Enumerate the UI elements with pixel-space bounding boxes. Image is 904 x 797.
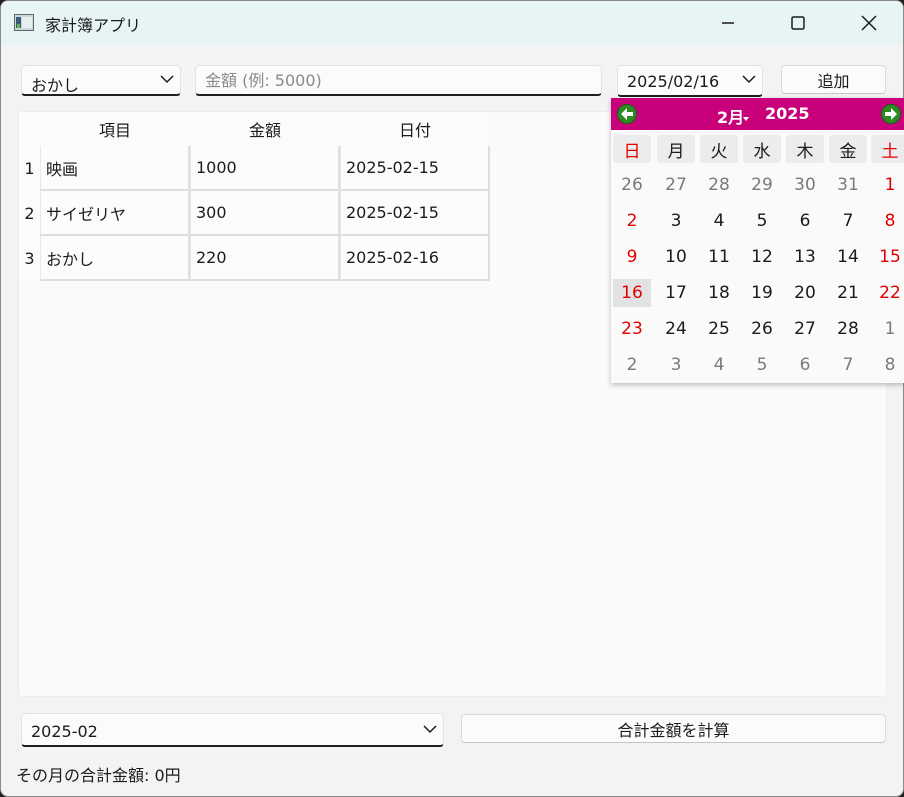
calendar-day[interactable]: 30 <box>786 171 824 199</box>
calendar-day[interactable]: 13 <box>786 243 824 271</box>
calendar-day[interactable]: 29 <box>743 171 781 199</box>
row-header[interactable]: 1 <box>19 146 40 191</box>
calendar-day[interactable]: 10 <box>657 243 695 271</box>
calendar-day[interactable]: 28 <box>700 171 738 199</box>
calendar-day[interactable]: 9 <box>613 243 651 271</box>
calendar-day[interactable]: 27 <box>786 315 824 343</box>
calendar-day[interactable]: 8 <box>871 351 904 379</box>
table-cell[interactable]: 2025-02-15 <box>340 191 490 236</box>
add-button[interactable]: 追加 <box>781 65 886 94</box>
maximize-icon <box>791 16 805 30</box>
calendar-day[interactable]: 27 <box>657 171 695 199</box>
calculate-total-button[interactable]: 合計金額を計算 <box>461 714 886 743</box>
row-header[interactable]: 2 <box>19 191 40 236</box>
table-cell[interactable]: サイゼリヤ <box>40 191 190 236</box>
caret-down-icon <box>743 117 749 121</box>
column-header-item[interactable]: 項目 <box>40 112 190 146</box>
calendar-day[interactable]: 7 <box>829 351 867 379</box>
minimize-button[interactable] <box>705 1 751 45</box>
amount-input[interactable] <box>195 65 602 96</box>
maximize-button[interactable] <box>775 1 821 45</box>
calendar-day[interactable]: 6 <box>786 351 824 379</box>
calendar-day[interactable]: 5 <box>743 207 781 235</box>
calendar-day[interactable]: 25 <box>700 315 738 343</box>
table-cell[interactable]: 2025-02-15 <box>340 146 490 191</box>
calendar-day[interactable]: 31 <box>829 171 867 199</box>
table-cell[interactable]: 1000 <box>190 146 340 191</box>
calendar-day[interactable]: 14 <box>829 243 867 271</box>
table-cell[interactable]: 映画 <box>40 146 190 191</box>
date-picker-value: 2025/02/16 <box>627 72 720 91</box>
date-picker[interactable]: 2025/02/16 <box>617 65 763 97</box>
calendar-weekday: 水 <box>743 135 781 163</box>
calendar-day[interactable]: 2 <box>613 207 651 235</box>
calendar-weekday: 日 <box>613 135 651 163</box>
month-select[interactable]: 2025-02 <box>21 713 444 747</box>
calendar-day[interactable]: 21 <box>829 279 867 307</box>
calendar-day[interactable]: 12 <box>743 243 781 271</box>
calendar-header: 2月 2025 <box>611 98 904 130</box>
table-cell[interactable]: 2025-02-16 <box>340 236 490 281</box>
table-cell[interactable]: 220 <box>190 236 340 281</box>
column-header-amount[interactable]: 金額 <box>190 112 340 146</box>
calendar-day[interactable]: 15 <box>871 243 904 271</box>
calendar-day[interactable]: 3 <box>657 351 695 379</box>
calendar-day[interactable]: 5 <box>743 351 781 379</box>
calendar-popup: 2月 2025 日月火水木金土 26 27 28 29 30 31 1 2 3 4 5 6 7 8 9 10 1… <box>611 98 904 383</box>
column-header-date[interactable]: 日付 <box>340 112 490 146</box>
calendar-day[interactable]: 3 <box>657 207 695 235</box>
chevron-down-icon <box>423 725 437 734</box>
calendar-weekday: 木 <box>786 135 824 163</box>
calendar-weekday: 金 <box>829 135 867 163</box>
close-button[interactable] <box>846 1 892 45</box>
app-icon <box>14 14 34 31</box>
calendar-day[interactable]: 7 <box>829 207 867 235</box>
month-select-value: 2025-02 <box>31 722 98 741</box>
calendar-day[interactable]: 24 <box>657 315 695 343</box>
calendar-day[interactable]: 8 <box>871 207 904 235</box>
calendar-day[interactable]: 4 <box>700 207 738 235</box>
calendar-weekday: 月 <box>657 135 695 163</box>
calendar-day[interactable]: 4 <box>700 351 738 379</box>
calendar-day[interactable]: 28 <box>829 315 867 343</box>
title-bar: 家計簿アプリ <box>1 1 903 45</box>
calendar-day[interactable]: 11 <box>700 243 738 271</box>
category-select-value: おかし <box>31 76 80 95</box>
calendar-year-label[interactable]: 2025 <box>765 104 810 123</box>
row-header[interactable]: 3 <box>19 236 40 281</box>
calendar-month-label[interactable]: 2月 <box>717 104 744 128</box>
chevron-down-icon <box>742 75 756 84</box>
calendar-day[interactable]: 16 <box>613 279 651 307</box>
chevron-down-icon <box>160 75 174 84</box>
calendar-day[interactable]: 23 <box>613 315 651 343</box>
calendar-day[interactable]: 1 <box>871 315 904 343</box>
calendar-weekday: 土 <box>871 135 904 163</box>
table-corner <box>19 112 40 146</box>
window-title: 家計簿アプリ <box>45 16 142 35</box>
next-month-icon[interactable] <box>881 104 901 124</box>
table-cell[interactable]: 300 <box>190 191 340 236</box>
table-cell[interactable]: おかし <box>40 236 190 281</box>
calendar-day[interactable]: 20 <box>786 279 824 307</box>
calendar-day[interactable]: 22 <box>871 279 904 307</box>
monthly-total-label: その月の合計金額: 0円 <box>16 766 181 785</box>
minimize-icon <box>722 22 734 24</box>
calendar-day[interactable]: 1 <box>871 171 904 199</box>
calendar-day[interactable]: 17 <box>657 279 695 307</box>
close-icon <box>861 15 877 31</box>
calendar-day[interactable]: 2 <box>613 351 651 379</box>
category-select[interactable]: おかし <box>21 65 181 96</box>
previous-month-icon[interactable] <box>617 104 637 124</box>
calendar-day[interactable]: 6 <box>786 207 824 235</box>
calendar-day[interactable]: 18 <box>700 279 738 307</box>
calendar-day[interactable]: 26 <box>613 171 651 199</box>
calendar-day[interactable]: 26 <box>743 315 781 343</box>
calendar-day[interactable]: 19 <box>743 279 781 307</box>
calendar-weekday: 火 <box>700 135 738 163</box>
